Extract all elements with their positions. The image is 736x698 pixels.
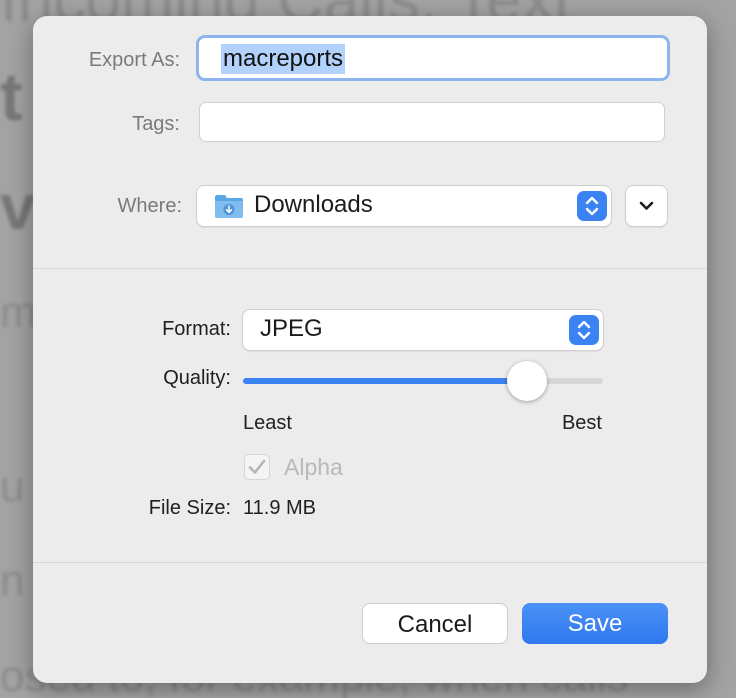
where-label: Where: bbox=[117, 195, 182, 217]
tags-label: Tags: bbox=[132, 113, 180, 135]
where-popup[interactable]: Downloads bbox=[196, 185, 612, 227]
format-label: Format: bbox=[162, 318, 231, 340]
quality-max-label: Best bbox=[561, 412, 602, 434]
quality-label: Quality: bbox=[163, 367, 231, 389]
chevron-down-icon bbox=[639, 201, 654, 210]
export-as-value: macreports bbox=[221, 44, 346, 74]
tags-field[interactable] bbox=[199, 102, 665, 142]
export-as-field[interactable]: macreports bbox=[196, 35, 670, 81]
section-divider bbox=[33, 268, 707, 269]
file-size-label: File Size: bbox=[148, 497, 231, 519]
expand-button[interactable] bbox=[625, 185, 668, 227]
format-value: JPEG bbox=[260, 315, 323, 342]
background-text-line: v bbox=[0, 171, 36, 243]
quality-min-label: Least bbox=[243, 412, 292, 434]
where-value: Downloads bbox=[254, 191, 373, 218]
cancel-button[interactable]: Cancel bbox=[362, 603, 508, 644]
section-divider bbox=[33, 562, 707, 563]
save-button[interactable]: Save bbox=[522, 603, 668, 644]
up-down-chevron-icon bbox=[569, 315, 599, 345]
export-dialog: Export As: macreports Tags: Where: Downl… bbox=[33, 16, 707, 683]
quality-slider-fill bbox=[243, 378, 527, 384]
up-down-chevron-icon bbox=[577, 191, 607, 221]
alpha-label: Alpha bbox=[284, 454, 343, 480]
checkmark-icon bbox=[248, 459, 266, 474]
file-size-value: 11.9 MB bbox=[243, 497, 316, 519]
export-as-label: Export As: bbox=[88, 49, 180, 71]
format-popup[interactable]: JPEG bbox=[242, 309, 604, 351]
quality-slider-knob[interactable] bbox=[507, 361, 547, 401]
alpha-checkbox[interactable] bbox=[244, 454, 270, 480]
quality-slider[interactable] bbox=[243, 361, 603, 401]
background-text-line: m bbox=[0, 288, 37, 337]
folder-downloads-icon bbox=[215, 195, 243, 218]
